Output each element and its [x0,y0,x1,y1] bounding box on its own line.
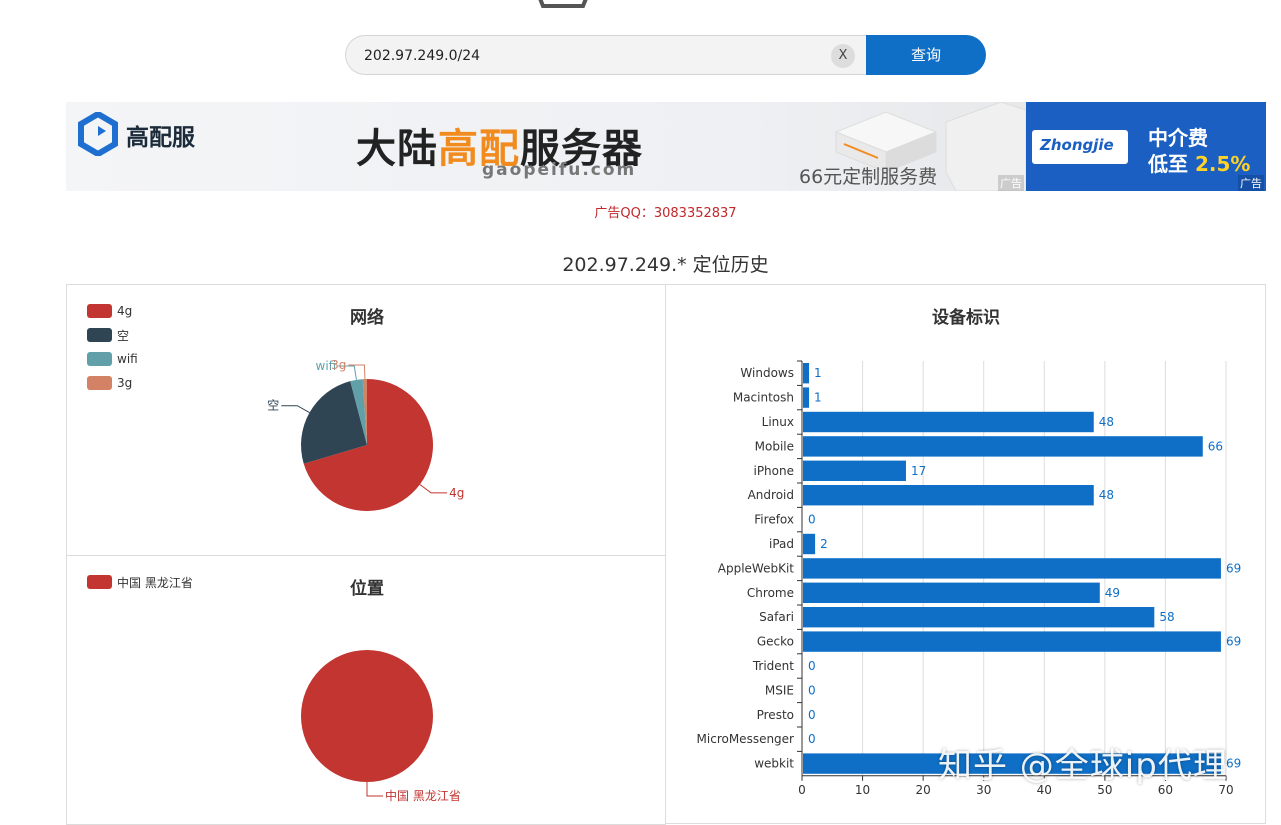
category-label: Chrome [747,586,794,600]
site-logo-icon[interactable] [533,0,593,8]
device-bar-chart[interactable]: 0 10 20 30 40 50 60 70Windows 1Macintosh 1Linux 48… [666,345,1266,805]
bar-value-label: 2 [820,537,828,551]
bar-value-label: 0 [808,659,816,673]
gaopeifu-logo-icon [78,112,118,156]
bar-Chrome[interactable] [803,582,1100,603]
network-label-0: 4g [449,486,464,500]
location-label-line-0 [366,782,383,797]
bar-Android[interactable] [803,485,1094,506]
category-label: MicroMessenger [697,732,795,746]
category-label: iPhone [753,464,794,478]
bar-Gecko[interactable] [803,631,1221,652]
bar-value-label: 66 [1208,439,1223,453]
device-chart-title: 设备标识 [932,308,1000,328]
ad-brand-name: 高配服 [126,125,195,151]
network-label-line-3 [348,364,366,380]
bar-value-label: 48 [1099,415,1114,429]
network-label-1: 空 [267,399,279,413]
ad2-line2: 低至 2.5% [1148,152,1251,176]
category-label: AppleWebKit [718,561,795,575]
clear-search-button[interactable]: X [831,44,855,68]
category-label: MSIE [765,683,794,697]
location-label-0: 中国 黑龙江省 [385,788,461,803]
ad-banner-zhongjie[interactable]: Zhongjie 中介费 低至 2.5% 广告 [1026,102,1266,191]
ad2-logo-text: Zhongjie [1040,136,1114,154]
network-label-line-0 [419,484,448,494]
bar-Macintosh[interactable] [803,387,810,408]
legend-item-heilongjiang[interactable]: 中国 黑龙江省 [87,570,193,594]
x-tick-label: 20 [916,783,931,797]
network-pie-chart[interactable]: 4g空wifi3g [217,345,517,545]
bar-AppleWebKit[interactable] [803,558,1221,579]
page-title: 202.97.249.* 定位历史 [562,254,769,276]
bar-value-label: 69 [1226,757,1241,771]
category-label: Linux [762,415,794,429]
ad-mark: 广告 [1238,175,1264,191]
ad-price: 66元定制服务费 [799,166,938,188]
category-label: webkit [754,757,794,771]
network-chart-panel: 网络 4g 空 wifi 3g 4g 空 wifi 3g [66,284,666,556]
bar-value-label: 58 [1159,610,1174,624]
bar-value-label: 0 [808,732,816,746]
legend-item-3g[interactable]: 3g [87,371,138,395]
network-label-line-1 [281,405,310,414]
network-label-3: 3g [331,358,346,372]
category-label: Windows [740,366,794,380]
network-legend: 4g 空 wifi 3g [87,299,138,395]
legend-item-wifi[interactable]: wifi [87,347,138,371]
bar-value-label: 49 [1105,586,1120,600]
category-label: Android [748,488,794,502]
x-tick-label: 0 [798,783,806,797]
legend-item-empty[interactable]: 空 [87,323,138,347]
bar-value-label: 0 [808,708,816,722]
bar-iPad[interactable] [803,533,816,555]
location-slice-0[interactable] [301,650,433,782]
location-chart-title: 位置 [350,579,384,599]
bar-value-label: 0 [808,513,816,527]
search-bar: X [345,35,867,76]
category-label: Mobile [755,439,794,453]
x-tick-label: 10 [855,783,870,797]
bar-Windows[interactable] [803,363,810,384]
bar-Linux[interactable] [803,411,1094,433]
category-label: Safari [759,610,794,624]
category-label: Macintosh [733,391,794,405]
bar-iPhone[interactable] [803,460,906,481]
bar-value-label: 1 [814,391,822,405]
category-label: Presto [757,708,794,722]
category-label: Firefox [754,513,794,527]
bar-value-label: 48 [1099,488,1114,502]
bar-value-label: 17 [911,464,926,478]
ad-mark: 广告 [998,175,1024,191]
bar-value-label: 69 [1226,635,1241,649]
search-button[interactable]: 查询 [866,35,986,75]
bar-value-label: 1 [814,366,822,380]
category-label: iPad [769,537,794,551]
bar-Mobile[interactable] [803,436,1203,457]
legend-item-4g[interactable]: 4g [87,299,138,323]
bar-value-label: 69 [1226,561,1241,575]
category-label: Trident [752,659,794,673]
location-chart-panel: 位置 中国 黑龙江省 中国 黑龙江省 [66,555,666,825]
search-input[interactable] [362,36,816,76]
ad-qq-contact[interactable]: 广告QQ：3083352837 [0,202,1281,221]
category-label: Gecko [757,635,794,649]
bar-Safari[interactable] [803,607,1155,628]
ad2-line1: 中介费 [1148,126,1208,150]
zhihu-watermark: 知乎 @全球ip代理 [938,746,1228,786]
network-chart-title: 网络 [350,308,384,328]
location-legend: 中国 黑龙江省 [87,570,193,594]
bar-value-label: 0 [808,683,816,697]
ad-banner-gaopeifu[interactable]: 高配服 大陆高配服务器 gaopeifu.com 66元定制服务费 广告 [66,102,1026,191]
location-pie-chart[interactable]: 中国 黑龙江省 [217,616,517,816]
ad-domain: gaopeifu.com [482,160,637,180]
